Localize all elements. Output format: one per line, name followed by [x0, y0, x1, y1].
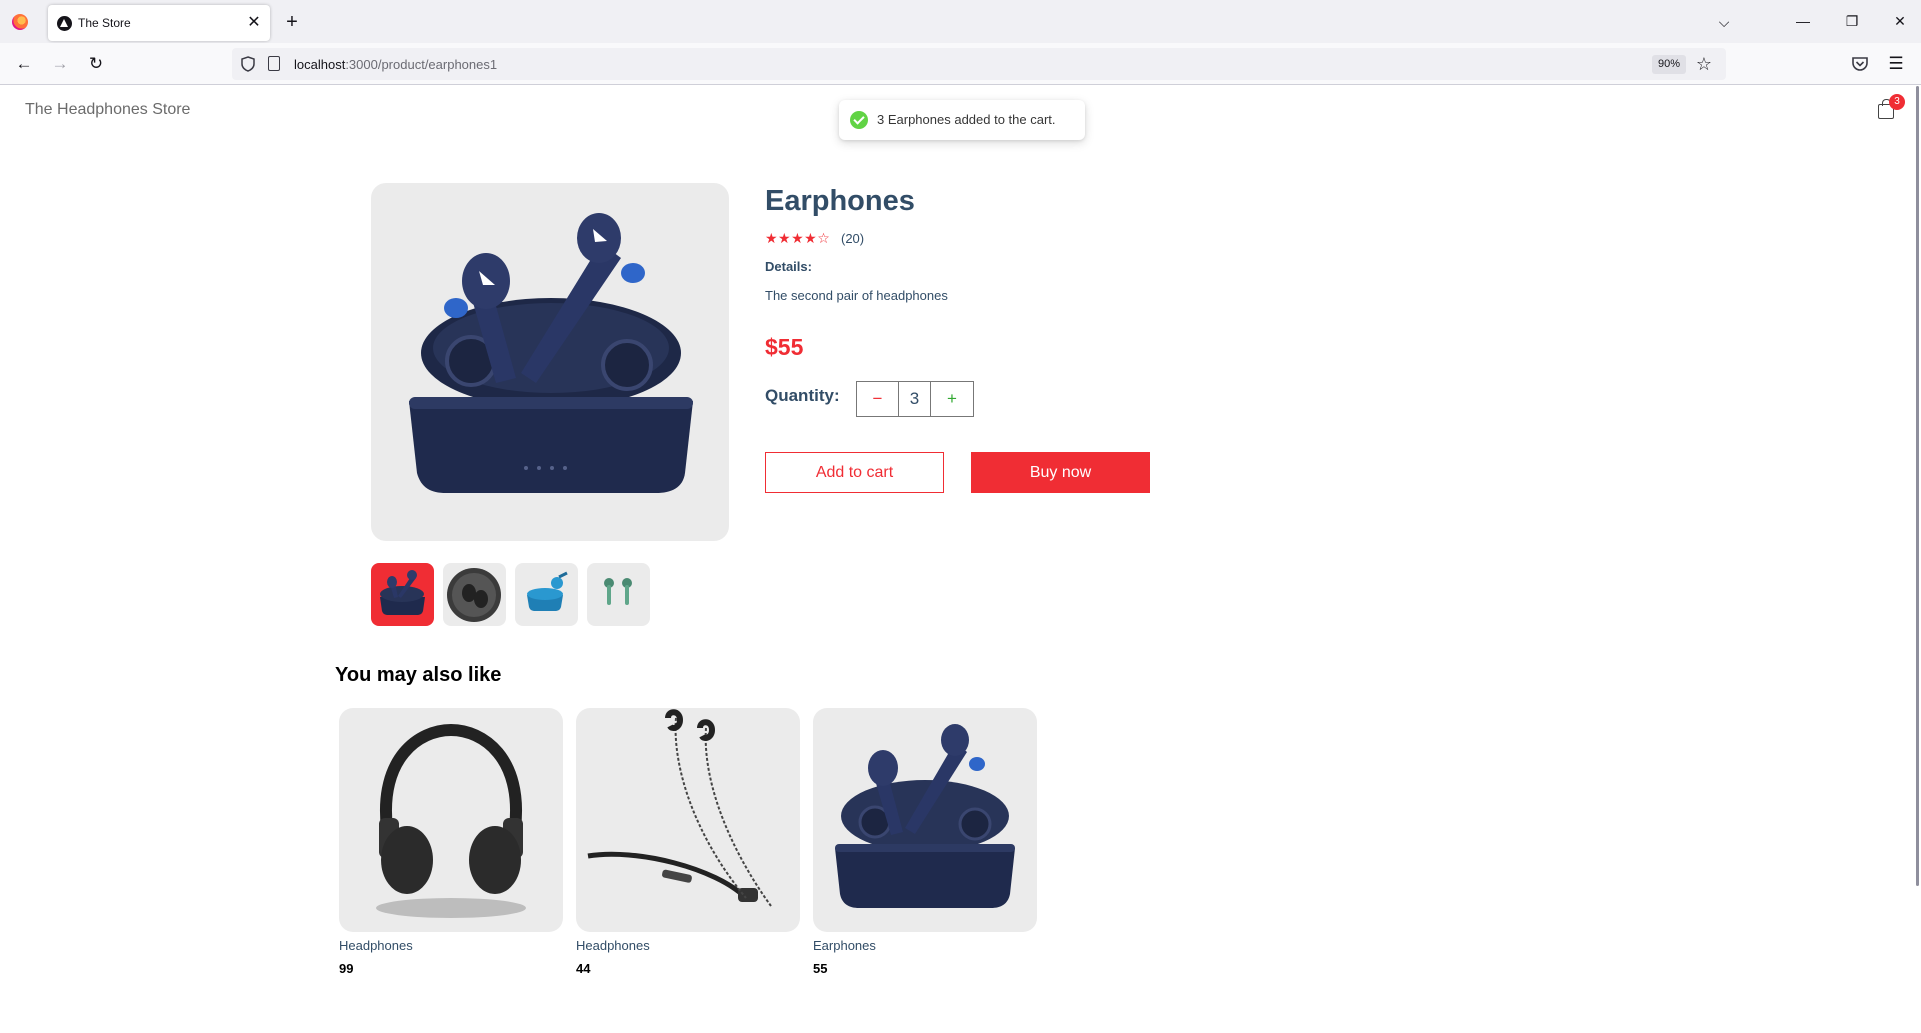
related-product-name: Earphones	[813, 938, 876, 953]
headphones-image	[376, 723, 526, 918]
store-logo-link[interactable]: The Headphones Store	[25, 101, 190, 119]
list-tabs-chevron-icon[interactable]: ⌵	[1712, 10, 1736, 34]
minimize-button[interactable]: —	[1783, 6, 1823, 36]
thumbnail-earbuds-blue-case[interactable]	[515, 563, 578, 626]
bookmark-star-icon[interactable]: ☆	[1692, 52, 1716, 76]
product-image	[813, 708, 1037, 932]
cart-count-badge: 3	[1889, 94, 1905, 110]
earbuds-case-image	[409, 213, 693, 493]
related-product-price: 44	[576, 961, 591, 976]
earbuds-blue-thumbnail	[527, 571, 568, 611]
related-product-card[interactable]: Headphones 99	[339, 708, 563, 976]
tab-title: The Store	[78, 16, 131, 30]
shield-icon[interactable]	[241, 56, 255, 72]
url-text[interactable]: localhost:3000/product/earphones1	[294, 57, 497, 72]
new-tab-button[interactable]: +	[280, 10, 304, 34]
zoom-level-badge[interactable]: 90%	[1652, 55, 1687, 74]
related-product-card[interactable]: Earphones 55	[813, 708, 1037, 976]
cart-button[interactable]: 3	[1875, 94, 1905, 124]
pocket-icon[interactable]	[1848, 52, 1872, 76]
review-count: (20)	[841, 231, 865, 246]
toast-notification: 3 Earphones added to the cart.	[839, 100, 1085, 140]
details-text: The second pair of headphones	[765, 288, 948, 303]
related-product-name: Headphones	[339, 938, 413, 953]
thumbnail-earbuds-dark-round-case[interactable]	[443, 563, 506, 626]
check-circle-icon	[850, 111, 868, 129]
decrease-quantity-button[interactable]: −	[857, 382, 899, 416]
forward-arrow-icon[interactable]: →	[47, 51, 73, 77]
related-products-heading: You may also like	[335, 664, 502, 686]
related-product-card[interactable]: Headphones 44	[576, 708, 800, 976]
thumbnail-earbuds-green-pair[interactable]	[587, 563, 650, 626]
quantity-label: Quantity:	[765, 386, 840, 405]
thumbnail-earbuds-navy-case[interactable]	[371, 563, 434, 626]
product-image	[339, 708, 563, 932]
earbuds-dark-round-thumbnail	[447, 568, 501, 622]
earbuds-navy-thumbnail	[380, 570, 425, 615]
reload-icon[interactable]: ↻	[83, 51, 109, 77]
rating-stars-icon: ★★★★☆	[765, 230, 831, 246]
increase-quantity-button[interactable]: +	[931, 382, 973, 416]
add-to-cart-button[interactable]: Add to cart	[765, 452, 944, 493]
browser-window: The Store ✕ + ⌵ — ❐ ✕ ← → ↻ localhost:30…	[0, 0, 1921, 1033]
toast-message: 3 Earphones added to the cart.	[877, 112, 1056, 127]
app-menu-icon[interactable]: ☰	[1884, 52, 1908, 76]
product-price: $55	[765, 334, 804, 360]
page-content: The Headphones Store 3 3 Earphones added…	[1, 86, 1920, 1021]
quantity-value: 3	[899, 382, 931, 416]
buy-now-button[interactable]: Buy now	[971, 452, 1150, 493]
details-label: Details:	[765, 259, 812, 274]
quantity-stepper: − 3 +	[856, 381, 974, 417]
url-bar[interactable]: localhost:3000/product/earphones1 90% ☆	[232, 48, 1726, 80]
close-window-button[interactable]: ✕	[1880, 6, 1920, 36]
related-product-price: 55	[813, 961, 828, 976]
related-product-name: Headphones	[576, 938, 650, 953]
close-tab-icon[interactable]: ✕	[244, 13, 264, 33]
related-product-price: 99	[339, 961, 354, 976]
earbuds-green-thumbnail	[604, 578, 632, 605]
back-arrow-icon[interactable]: ←	[11, 51, 37, 77]
navigation-toolbar: ← → ↻ localhost:3000/product/earphones1 …	[0, 43, 1921, 85]
page-scrollbar[interactable]	[1916, 86, 1919, 886]
product-title: Earphones	[765, 185, 915, 217]
site-favicon-icon	[57, 16, 72, 31]
product-main-image	[371, 183, 729, 541]
neckband-earphones-image	[587, 709, 772, 907]
firefox-icon[interactable]	[12, 14, 28, 30]
earbuds-case-image	[835, 724, 1015, 908]
tab-strip: The Store ✕ + ⌵ — ❐ ✕	[0, 0, 1921, 43]
tab-the-store[interactable]: The Store ✕	[48, 5, 270, 41]
page-info-icon[interactable]	[268, 56, 280, 71]
restore-button[interactable]: ❐	[1832, 6, 1872, 36]
product-image	[576, 708, 800, 932]
